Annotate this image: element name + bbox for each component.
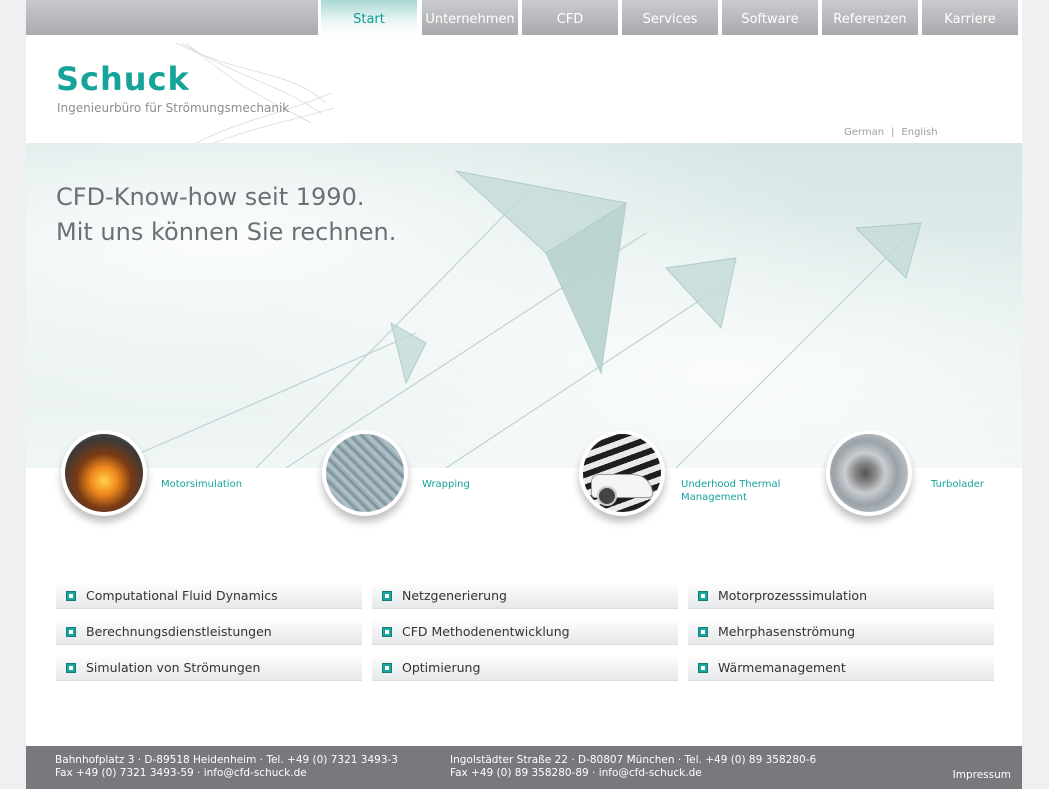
top-navigation: Start Unternehmen CFD Services Software … [26, 0, 1022, 35]
nav-unternehmen[interactable]: Unternehmen [422, 0, 518, 35]
link-motorprozesssimulation[interactable]: Motorprozesssimulation [688, 583, 994, 609]
logo-subtitle: Ingenieurbüro für Strömungsmechanik [57, 101, 290, 115]
logo-title[interactable]: Schuck [56, 60, 190, 98]
link-label: Mehrphasenströmung [718, 624, 856, 639]
topbar-filler [26, 0, 318, 35]
footer-heidenheim-line2: Fax +49 (0) 7321 3493-59 · info@cfd-schu… [55, 767, 307, 779]
link-netzgenerierung[interactable]: Netzgenerierung [372, 583, 678, 609]
nav-cfd[interactable]: CFD [522, 0, 618, 35]
link-label: Berechnungsdienstleistungen [86, 624, 272, 639]
feature-underhood[interactable] [579, 430, 665, 516]
bullet-icon [66, 627, 76, 637]
bullet-icon [382, 663, 392, 673]
link-mehrphasenstroemung[interactable]: Mehrphasenströmung [688, 619, 994, 645]
nav-referenzen[interactable]: Referenzen [822, 0, 918, 35]
footer-address-muenchen: Ingolstädter Straße 22 · D-80807 München… [450, 754, 816, 780]
page: Start Unternehmen CFD Services Software … [26, 0, 1022, 789]
footer: Bahnhofplatz 3 · D-89518 Heidenheim · Te… [26, 746, 1022, 789]
lang-english-link[interactable]: English [901, 127, 937, 138]
bullet-icon [382, 591, 392, 601]
feature-label-turbolader[interactable]: Turbolader [931, 478, 984, 491]
bullet-icon [698, 627, 708, 637]
link-label: Netzgenerierung [402, 588, 507, 603]
hero-banner: CFD-Know-how seit 1990. Mit uns können S… [26, 143, 1022, 468]
lang-separator: | [891, 127, 895, 138]
turbocharger-image [830, 434, 908, 512]
car-image [583, 434, 661, 512]
bullet-icon [382, 627, 392, 637]
bullet-icon [698, 591, 708, 601]
feature-wrapping[interactable] [322, 430, 408, 516]
impressum-link[interactable]: Impressum [953, 769, 1011, 781]
language-switch: German | English [844, 127, 938, 138]
footer-muenchen-line1: Ingolstädter Straße 22 · D-80807 München… [450, 754, 817, 766]
nav-karriere[interactable]: Karriere [922, 0, 1018, 35]
feature-turbolader[interactable] [826, 430, 912, 516]
link-methodenentwicklung[interactable]: CFD Methodenentwicklung [372, 619, 678, 645]
link-label: Wärmemanagement [718, 660, 846, 675]
footer-muenchen-line2: Fax +49 (0) 89 358280-89 · info@cfd-schu… [450, 767, 702, 779]
bullet-icon [66, 591, 76, 601]
feature-motorsimulation[interactable] [61, 430, 147, 516]
link-label: Optimierung [402, 660, 481, 675]
hero-headline-2: Mit uns können Sie rechnen. [56, 218, 397, 246]
feature-label-underhood[interactable]: Underhood Thermal Management [681, 478, 801, 504]
footer-heidenheim-line1: Bahnhofplatz 3 · D-89518 Heidenheim · Te… [55, 754, 398, 766]
link-label: Computational Fluid Dynamics [86, 588, 278, 603]
engine-fire-image [65, 434, 143, 512]
link-berechnungsdienstleistungen[interactable]: Berechnungsdienstleistungen [56, 619, 362, 645]
link-label: Motorprozesssimulation [718, 588, 868, 603]
engine-mesh-image [326, 434, 404, 512]
nav-start[interactable]: Start [321, 0, 417, 35]
feature-label-wrapping[interactable]: Wrapping [422, 478, 470, 491]
link-simulation-stroemungen[interactable]: Simulation von Strömungen [56, 655, 362, 681]
link-label: CFD Methodenentwicklung [402, 624, 570, 639]
link-waermemanagement[interactable]: Wärmemanagement [688, 655, 994, 681]
bullet-icon [66, 663, 76, 673]
hero-headline-1: CFD-Know-how seit 1990. [56, 183, 365, 211]
feature-label-motorsimulation[interactable]: Motorsimulation [161, 478, 242, 491]
footer-address-heidenheim: Bahnhofplatz 3 · D-89518 Heidenheim · Te… [55, 754, 398, 780]
link-cfd[interactable]: Computational Fluid Dynamics [56, 583, 362, 609]
link-optimierung[interactable]: Optimierung [372, 655, 678, 681]
lang-german-link[interactable]: German [844, 127, 884, 138]
nav-services[interactable]: Services [622, 0, 718, 35]
nav-software[interactable]: Software [722, 0, 818, 35]
link-label: Simulation von Strömungen [86, 660, 261, 675]
bullet-icon [698, 663, 708, 673]
